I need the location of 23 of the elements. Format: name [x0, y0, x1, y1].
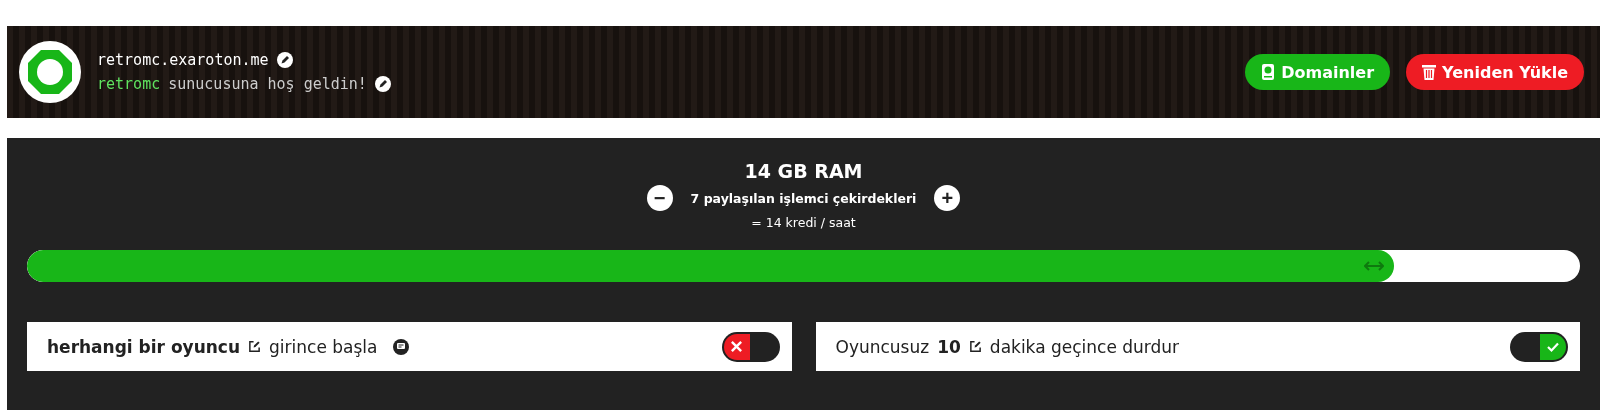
toggle-switch[interactable]: [721, 331, 780, 362]
setting-label: girince başla: [269, 336, 378, 357]
edit-icon[interactable]: [968, 340, 982, 353]
edit-icon[interactable]: [248, 340, 262, 353]
edit-motd-icon[interactable]: [374, 76, 391, 92]
chat-icon[interactable]: [393, 338, 410, 355]
ram-amount: 14 GB RAM: [744, 160, 863, 182]
setting-value[interactable]: 10: [937, 336, 961, 357]
edit-address-icon[interactable]: [276, 52, 293, 68]
toggle-switch[interactable]: [1510, 331, 1568, 362]
setting-label: Oyuncusuz: [835, 336, 930, 357]
increase-button[interactable]: +: [934, 185, 961, 211]
trash-icon: [1422, 64, 1437, 80]
cpu-cores: 7 paylaşılan işlemci çekirdekleri: [690, 190, 917, 206]
decrease-button[interactable]: −: [646, 185, 673, 211]
close-icon: [730, 340, 743, 353]
server-address: retromc.exaroton.me: [97, 51, 269, 69]
book-icon: [1261, 64, 1276, 80]
server-motd: retromc sunucusuna hoş geldin!: [97, 75, 367, 93]
reinstall-button[interactable]: Yeniden Yükle: [1406, 54, 1584, 90]
credit-cost: = 14 kredi / saat: [751, 215, 856, 230]
setting-value[interactable]: herhangi bir oyuncu: [47, 336, 241, 357]
setting-label: dakika geçince durdur: [989, 336, 1180, 357]
